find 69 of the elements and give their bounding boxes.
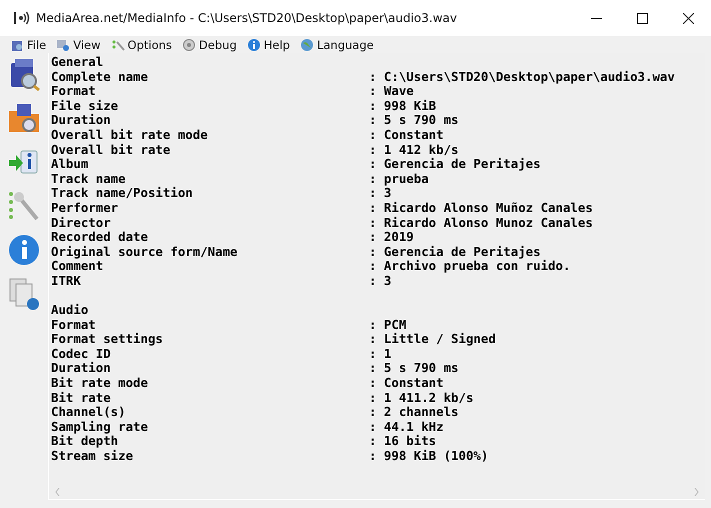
field-value: : 998 KiB — [369, 98, 436, 114]
globe-icon — [300, 38, 314, 52]
window-icon — [56, 38, 70, 52]
maximize-icon — [636, 12, 648, 24]
field-label: Track name — [51, 172, 127, 186]
field-value: : 3 — [369, 274, 392, 288]
folder-icon[interactable] — [7, 101, 41, 135]
menu-item[interactable]: Help — [244, 38, 292, 52]
field-label: Sampling rate — [51, 420, 149, 434]
menu-item[interactable]: File — [8, 38, 48, 52]
field-label: Bit depth — [51, 434, 120, 450]
field-label: Track name/Position — [51, 186, 194, 201]
field-label: File size — [51, 98, 120, 114]
field-label: Comment — [51, 259, 104, 274]
field-value: : 2 channels — [369, 405, 459, 420]
field-label: Recorded date — [51, 230, 149, 245]
field-value: : Ricardo Alonso Muñoz Canales — [369, 200, 593, 216]
field-value: : Archivo prueba con ruido. — [369, 259, 570, 274]
field-value: : 1 — [369, 346, 392, 362]
field-label: Channel(s) — [51, 405, 127, 420]
field-label: Duration — [51, 361, 112, 376]
field-value: : Gerencia de Peritajes — [369, 244, 541, 260]
field-label: Format — [51, 84, 96, 99]
window-title: MediaArea.net/MediaInfo - C:\Users\STD20\Desktop\paper\audio3.wav — [36, 11, 458, 25]
field-label: Overall bit rate mode — [51, 128, 209, 143]
field-label: Format settings — [51, 332, 164, 347]
field-label: Overall bit rate — [51, 142, 172, 158]
section-title: General — [51, 55, 104, 70]
field-label: Complete name — [51, 70, 149, 84]
field-value: : 2019 — [369, 230, 414, 245]
field-value: : PCM — [369, 318, 406, 332]
menu-item[interactable]: Language — [298, 38, 376, 52]
field-value: : Wave — [369, 84, 414, 99]
field-label: Stream size — [51, 449, 134, 464]
field-value: : Gerencia de Peritajes — [369, 157, 541, 172]
field-value: : Little / Signed — [369, 332, 496, 347]
field-value: : C:\Users\STD20\Desktop\paper\audio3.wav — [369, 70, 675, 84]
field-label: Director — [51, 216, 112, 230]
field-value: : 5 s 790 ms — [369, 113, 459, 128]
field-label: Format — [51, 318, 97, 332]
field-value: : Constant — [369, 376, 444, 391]
field-value: : 998 KiB (100%) — [369, 449, 488, 464]
wrench-icon — [110, 38, 125, 52]
field-value: : 1 411.2 kb/s — [369, 390, 474, 406]
field-label: ITRK — [51, 274, 82, 288]
info-icon — [246, 38, 261, 52]
field-label: Album — [51, 157, 90, 172]
field-label: Bit rate — [51, 390, 112, 406]
info-icon[interactable] — [7, 233, 41, 267]
menu-item[interactable]: View — [54, 38, 103, 52]
close-icon — [682, 12, 694, 24]
field-value: : Constant — [369, 128, 444, 143]
app-icon — [14, 11, 30, 25]
menu-item[interactable]: Debug — [180, 38, 239, 52]
field-value: : 1 412 kb/s — [369, 142, 459, 158]
documents-icon[interactable] — [7, 277, 41, 311]
field-label: Original source form/Name — [51, 244, 238, 260]
field-label: Codec ID — [51, 346, 111, 362]
field-label: Duration — [51, 113, 112, 128]
field-value: : Ricardo Alonso Munoz Canales — [369, 216, 593, 230]
field-label: Bit rate mode — [51, 376, 149, 391]
field-value: : 44.1 kHz — [369, 420, 444, 434]
section-title: Audio — [51, 303, 90, 318]
field-value: : 16 bits — [369, 434, 436, 450]
field-value: : 5 s 790 ms — [369, 361, 459, 376]
menu-item[interactable]: Options — [108, 38, 174, 52]
field-value: : 3 — [369, 186, 392, 201]
field-label: Performer — [51, 200, 120, 216]
field-value: : prueba — [369, 172, 429, 186]
